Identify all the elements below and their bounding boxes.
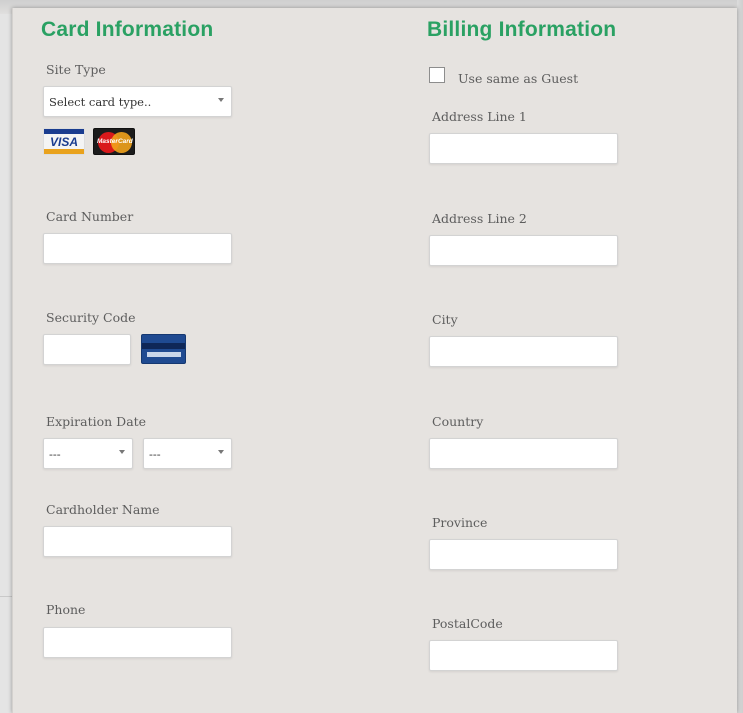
expiration-month-value: --- (49, 447, 61, 461)
chevron-down-icon (218, 98, 224, 102)
card-type-select-value: Select card type.. (49, 95, 152, 109)
card-information-heading: Card Information (41, 18, 214, 41)
address-line-2-label: Address Line 2 (432, 211, 527, 226)
province-label: Province (432, 515, 488, 530)
address-line-1-label: Address Line 1 (432, 109, 527, 124)
city-input[interactable] (429, 336, 618, 367)
site-type-label: Site Type (46, 62, 106, 77)
backdrop-right (737, 0, 743, 713)
address-line-1-input[interactable] (429, 133, 618, 164)
card-type-select[interactable]: Select card type.. (43, 86, 232, 117)
country-input[interactable] (429, 438, 618, 469)
use-same-as-guest-checkbox[interactable] (429, 67, 445, 83)
phone-input[interactable] (43, 627, 232, 658)
billing-information-heading: Billing Information (427, 18, 617, 41)
card-number-input[interactable] (43, 233, 232, 264)
chevron-down-icon (119, 450, 125, 454)
cardholder-name-input[interactable] (43, 526, 232, 557)
visa-logo-text: VISA (50, 135, 79, 149)
use-same-as-guest-label: Use same as Guest (458, 71, 579, 86)
cardholder-name-label: Cardholder Name (46, 502, 160, 517)
postal-code-input[interactable] (429, 640, 618, 671)
security-code-card-icon (141, 334, 186, 364)
chevron-down-icon (218, 450, 224, 454)
expiration-month-select[interactable]: --- (43, 438, 133, 469)
mastercard-logo-text: MasterCard (97, 138, 133, 145)
card-number-label: Card Number (46, 209, 134, 224)
expiration-year-value: --- (149, 447, 161, 461)
address-line-2-input[interactable] (429, 235, 618, 266)
country-label: Country (432, 414, 484, 429)
city-label: City (432, 312, 458, 327)
phone-label: Phone (46, 602, 86, 617)
payment-form-panel: Card Information Site Type Select card t… (12, 8, 737, 713)
mastercard-icon: MasterCard (93, 128, 135, 155)
province-input[interactable] (429, 539, 618, 570)
visa-card-icon: VISA (43, 128, 85, 155)
expiration-date-label: Expiration Date (46, 414, 147, 429)
postal-code-label: PostalCode (432, 616, 503, 631)
security-code-input[interactable] (43, 334, 131, 365)
expiration-year-select[interactable]: --- (143, 438, 232, 469)
security-code-label: Security Code (46, 310, 136, 325)
